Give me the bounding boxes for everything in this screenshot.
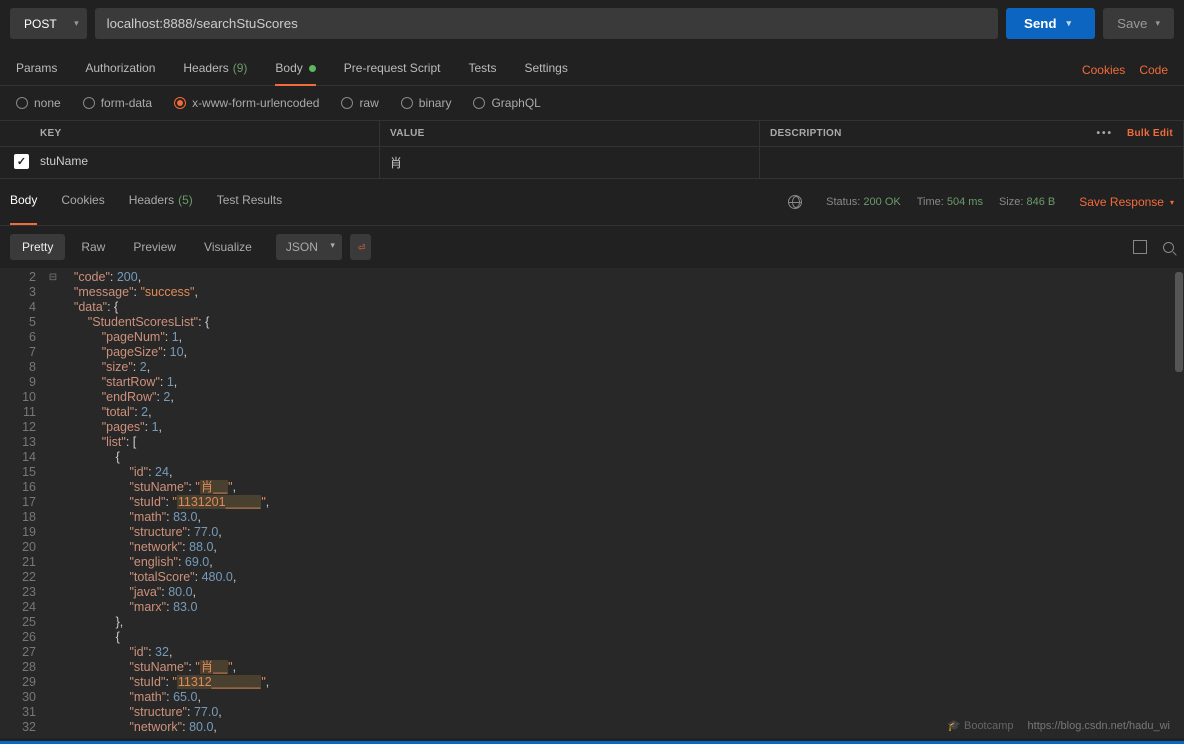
globe-icon[interactable] — [788, 195, 802, 209]
status-val: 200 OK — [863, 196, 900, 208]
word-wrap-button[interactable]: ⏎ — [350, 234, 371, 260]
format-select[interactable]: JSON — [276, 234, 342, 260]
time-lbl: Time: — [917, 196, 944, 208]
res-headers-label: Headers — [129, 193, 174, 207]
col-desc-header: DESCRIPTION ••• Bulk Edit — [760, 121, 1184, 146]
radio-icon — [16, 97, 28, 109]
time-val: 504 ms — [947, 196, 983, 208]
send-label: Send — [1024, 16, 1057, 31]
watermark: https://blog.csdn.net/hadu_wi — [1028, 720, 1170, 732]
http-method-label: POST — [24, 17, 57, 31]
res-tab-body[interactable]: Body — [10, 189, 37, 215]
subtab-raw[interactable]: Raw — [69, 234, 117, 260]
row-checkbox[interactable]: ✓ — [14, 154, 29, 169]
col-desc-label: DESCRIPTION — [770, 128, 842, 139]
tab-tests[interactable]: Tests — [468, 55, 496, 85]
format-label: JSON — [286, 240, 318, 254]
radio-icon — [341, 97, 353, 109]
modified-dot-icon — [309, 65, 316, 72]
status-line: Status: 200 OK Time: 504 ms Size: 846 B — [826, 196, 1055, 208]
tab-prerequest[interactable]: Pre-request Script — [344, 55, 441, 85]
radio-none[interactable]: none — [16, 96, 61, 110]
send-button[interactable]: Send — [1006, 8, 1095, 39]
save-button[interactable]: Save — [1103, 8, 1174, 39]
bootcamp-label: Bootcamp — [964, 720, 1014, 732]
save-response-label: Save Response — [1079, 195, 1164, 209]
radio-xwww-label: x-www-form-urlencoded — [192, 96, 319, 110]
more-options-icon[interactable]: ••• — [1096, 128, 1113, 139]
size-lbl: Size: — [999, 196, 1023, 208]
save-response-button[interactable]: Save Response — [1079, 195, 1174, 209]
response-body-viewer: 2345678910111213141516171819202122232425… — [0, 268, 1184, 738]
subtab-visualize[interactable]: Visualize — [192, 234, 264, 260]
radio-formdata-label: form-data — [101, 96, 152, 110]
tab-params[interactable]: Params — [16, 55, 57, 85]
bootcamp-link[interactable]: 🎓 Bootcamp — [947, 719, 1013, 732]
res-headers-count: (5) — [178, 193, 193, 207]
radio-raw[interactable]: raw — [341, 96, 378, 110]
param-desc[interactable] — [760, 147, 1184, 178]
save-label: Save — [1117, 16, 1147, 31]
subtab-preview[interactable]: Preview — [121, 234, 188, 260]
res-tab-headers[interactable]: Headers (5) — [129, 189, 193, 215]
subtab-pretty[interactable]: Pretty — [10, 234, 65, 260]
scrollbar-vertical[interactable] — [1174, 268, 1184, 738]
tab-settings[interactable]: Settings — [525, 55, 568, 85]
tab-body-label: Body — [275, 61, 302, 75]
radio-binary[interactable]: binary — [401, 96, 452, 110]
param-key[interactable]: stuName — [40, 154, 88, 168]
radio-raw-label: raw — [359, 96, 378, 110]
copy-icon[interactable] — [1133, 240, 1147, 254]
response-code[interactable]: "code": 200, "message": "success", "data… — [60, 268, 1174, 738]
radio-xwww[interactable]: x-www-form-urlencoded — [174, 96, 319, 110]
line-gutter: 2345678910111213141516171819202122232425… — [0, 268, 46, 738]
bulk-edit-link[interactable]: Bulk Edit — [1127, 128, 1173, 139]
radio-graphql[interactable]: GraphQL — [473, 96, 540, 110]
form-params-table: KEY VALUE DESCRIPTION ••• Bulk Edit ✓ stuNa… — [0, 120, 1184, 179]
col-key-header: KEY — [0, 121, 380, 146]
search-icon[interactable] — [1163, 242, 1174, 253]
radio-formdata[interactable]: form-data — [83, 96, 152, 110]
res-tab-cookies[interactable]: Cookies — [61, 189, 104, 215]
url-input[interactable] — [95, 8, 998, 39]
tab-body[interactable]: Body — [275, 55, 315, 85]
tab-authorization[interactable]: Authorization — [85, 55, 155, 85]
radio-icon — [83, 97, 95, 109]
radio-icon — [401, 97, 413, 109]
radio-graphql-label: GraphQL — [491, 96, 540, 110]
size-val: 846 B — [1027, 196, 1056, 208]
param-value[interactable]: 肖 — [380, 147, 760, 178]
radio-binary-label: binary — [419, 96, 452, 110]
res-tab-tests[interactable]: Test Results — [217, 189, 282, 215]
radio-icon — [473, 97, 485, 109]
http-method-select[interactable]: POST — [10, 8, 87, 39]
radio-none-label: none — [34, 96, 61, 110]
headers-count: (9) — [233, 61, 248, 75]
status-lbl: Status: — [826, 196, 860, 208]
col-value-header: VALUE — [380, 121, 760, 146]
cookies-link[interactable]: Cookies — [1082, 63, 1125, 77]
radio-icon — [174, 97, 186, 109]
code-link[interactable]: Code — [1139, 63, 1168, 77]
tab-headers-label: Headers — [183, 61, 228, 75]
fold-gutter: ⊟ — [46, 268, 60, 738]
tab-headers[interactable]: Headers (9) — [183, 55, 247, 85]
table-row[interactable]: ✓ stuName 肖 — [0, 147, 1184, 178]
